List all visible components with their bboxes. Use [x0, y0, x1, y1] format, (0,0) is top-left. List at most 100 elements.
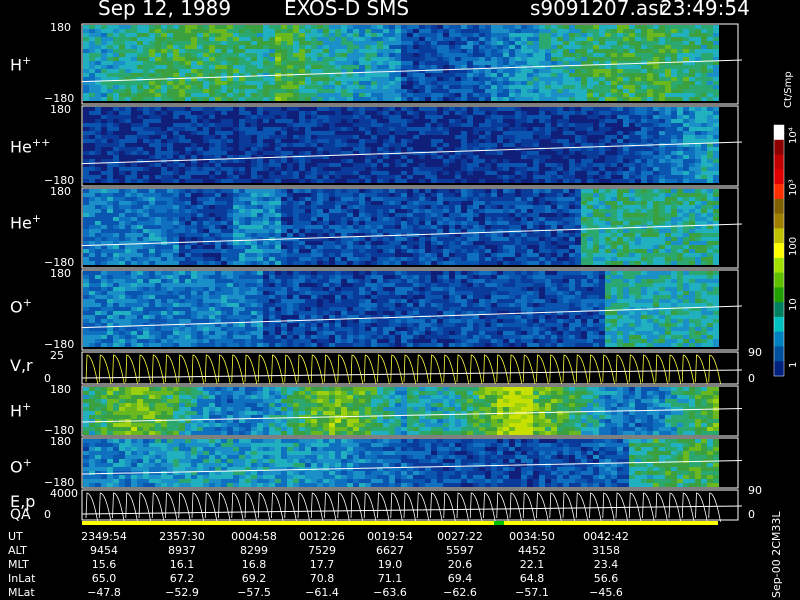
spectrogram-cell [695, 89, 701, 93]
spectrogram-cell [89, 201, 95, 205]
spectrogram-cell [293, 135, 299, 139]
spectrogram-cell [629, 97, 635, 101]
spectrogram-cell [425, 131, 431, 135]
spectrogram-cell [125, 151, 131, 155]
spectrogram-cell [293, 179, 299, 183]
spectrogram-cell [233, 49, 239, 53]
spectrogram-cell [455, 57, 461, 61]
spectrogram-cell [125, 217, 131, 221]
spectrogram-cell [623, 143, 629, 147]
spectrogram-cell [551, 115, 557, 119]
spectrogram-cell [287, 229, 293, 233]
spectrogram-cell [413, 65, 419, 69]
spectrogram-cell [203, 119, 209, 123]
spectrogram-cell [485, 143, 491, 147]
spectrogram-cell [377, 135, 383, 139]
spectrogram-cell [173, 175, 179, 179]
spectrogram-cell [191, 33, 197, 37]
spectrogram-cell [551, 81, 557, 85]
spectrogram-cell [581, 33, 587, 37]
spectrogram-cell [227, 115, 233, 119]
spectrogram-cell [629, 41, 635, 45]
spectrogram-cell [707, 41, 713, 45]
spectrogram-cell [161, 261, 167, 265]
spectrogram-cell [173, 225, 179, 229]
spectrogram-cell [371, 261, 377, 265]
spectrogram-cell [245, 69, 251, 73]
spectrogram-cell [521, 69, 527, 73]
spectrogram-cell [275, 41, 281, 45]
spectrogram-cell [305, 253, 311, 257]
spectrogram-cell [551, 159, 557, 163]
spectrogram-cell [119, 151, 125, 155]
spectrogram-cell [347, 241, 353, 245]
spectrogram-cell [515, 143, 521, 147]
spectrogram-cell [179, 225, 185, 229]
spectrogram-cell [269, 205, 275, 209]
spectrogram-cell [695, 49, 701, 53]
spectrogram-cell [641, 53, 647, 57]
spectrogram-cell [179, 193, 185, 197]
spectrogram-cell [707, 77, 713, 81]
spectrogram-cell [407, 127, 413, 131]
spectrogram-cell [305, 73, 311, 77]
spectrogram-cell [173, 123, 179, 127]
spectrogram-cell [149, 29, 155, 33]
spectrogram-cell [119, 37, 125, 41]
spectrogram-cell [431, 57, 437, 61]
spectrogram-cell [221, 261, 227, 265]
spectrogram-cell [83, 29, 89, 33]
spectrogram-cell [179, 221, 185, 225]
spectrogram-cell [185, 209, 191, 213]
spectrogram-cell [341, 257, 347, 261]
spectrogram-cell [179, 65, 185, 69]
spectrogram-cell [179, 73, 185, 77]
spectrogram-cell [371, 221, 377, 225]
spectrogram-cell [617, 107, 623, 111]
spectrogram-cell [557, 45, 563, 49]
spectrogram-cell [143, 245, 149, 249]
spectrogram-cell [95, 143, 101, 147]
spectrogram-cell [587, 89, 593, 93]
spectrogram-cell [605, 29, 611, 33]
spectrogram-cell [545, 33, 551, 37]
spectrogram-cell [311, 49, 317, 53]
spectrogram-cell [713, 61, 719, 65]
spectrogram-cell [281, 189, 287, 193]
spectrogram-cell [341, 171, 347, 175]
spectrogram-cell [197, 193, 203, 197]
spectrogram-cell [317, 111, 323, 115]
spectrogram-cell [359, 237, 365, 241]
spectrogram-cell [353, 25, 359, 29]
spectrogram-cell [533, 41, 539, 45]
spectrogram-cell [485, 25, 491, 29]
spectrogram-cell [113, 217, 119, 221]
spectrogram-cell [143, 233, 149, 237]
spectrogram-cell [425, 115, 431, 119]
spectrogram-cell [383, 57, 389, 61]
spectrogram-cell [167, 193, 173, 197]
spectrogram-cell [701, 159, 707, 163]
spectrogram-cell [557, 175, 563, 179]
spectrogram-cell [413, 45, 419, 49]
spectrogram-cell [275, 131, 281, 135]
spectrogram-cell [587, 115, 593, 119]
spectrogram-cell [215, 135, 221, 139]
spectrogram-cell [587, 131, 593, 135]
spectrogram-cell [689, 111, 695, 115]
spectrogram-cell [251, 257, 257, 261]
spectrogram-cell [677, 139, 683, 143]
spectrogram-cell [227, 37, 233, 41]
spectrogram-cell [329, 249, 335, 253]
spectrogram-cell [419, 155, 425, 159]
spectrogram-cell [497, 107, 503, 111]
spectrogram-cell [509, 69, 515, 73]
spectrogram-cell [341, 179, 347, 183]
spectrogram-cell [245, 97, 251, 101]
spectrogram-cell [173, 147, 179, 151]
spectrogram-cell [191, 213, 197, 217]
spectrogram-cell [113, 179, 119, 183]
spectrogram-cell [395, 57, 401, 61]
spectrogram-cell [581, 29, 587, 33]
spectrogram-cell [383, 37, 389, 41]
